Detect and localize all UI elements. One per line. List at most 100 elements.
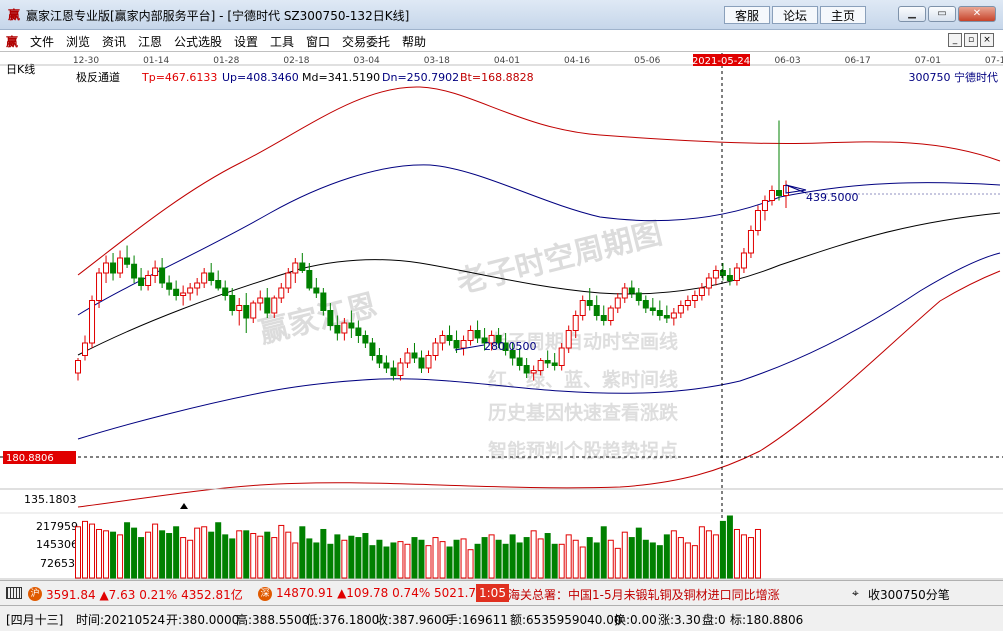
- volume-bar: [215, 522, 222, 579]
- indicator-bt: Bt=168.8828: [460, 71, 534, 84]
- candle-body: [663, 315, 670, 319]
- volume-bar: [334, 534, 341, 579]
- quote-status-bar: [四月十三] 时间:20210524 开:380.0000 高:388.5500…: [0, 605, 1003, 631]
- candle-body: [642, 300, 649, 309]
- candle-body: [313, 287, 320, 294]
- menu-settings[interactable]: 设置: [234, 33, 258, 50]
- candle-body: [649, 307, 656, 311]
- candle-body: [698, 287, 705, 296]
- menu-formula[interactable]: 公式选股: [174, 33, 222, 50]
- candle-body: [327, 310, 334, 326]
- volume-bar: [481, 537, 488, 579]
- volume-bar: [313, 542, 320, 579]
- menu-gann[interactable]: 江恩: [138, 33, 162, 50]
- customer-service-button[interactable]: 客服: [724, 6, 770, 24]
- homepage-button[interactable]: 主页: [820, 6, 866, 24]
- candle-body: [369, 342, 376, 356]
- menu-news[interactable]: 资讯: [102, 33, 126, 50]
- volume-bar: [166, 533, 173, 579]
- mdi-minimize-icon[interactable]: _: [948, 33, 962, 47]
- stock-name: 300750 宁德时代: [909, 70, 999, 84]
- app-logo-icon: 赢: [7, 8, 20, 22]
- volume-bar: [187, 539, 194, 579]
- sh-index-text[interactable]: 3591.84 ▲7.63 0.21% 4352.81亿: [46, 586, 243, 603]
- menu-trade[interactable]: 交易委托: [342, 33, 390, 50]
- minimize-icon[interactable]: ▁: [898, 6, 926, 22]
- menu-tools[interactable]: 工具: [270, 33, 294, 50]
- candle-body: [299, 262, 306, 271]
- volume-bar: [453, 539, 460, 579]
- candle-body: [271, 297, 278, 314]
- candle-body: [215, 280, 222, 289]
- volume-bar: [180, 537, 187, 579]
- volume-bar: [621, 531, 628, 579]
- candle-body: [558, 347, 565, 366]
- menu-help[interactable]: 帮助: [402, 33, 426, 50]
- candle-body: [551, 362, 558, 366]
- candle-body: [341, 322, 348, 334]
- volume-bar: [740, 534, 747, 579]
- indicator-md: Md=341.5190: [302, 71, 380, 84]
- mdi-close-icon[interactable]: ×: [980, 33, 994, 47]
- volume-bar: [159, 530, 166, 579]
- sz-index-icon: 深: [258, 586, 272, 601]
- candle-body: [376, 355, 383, 364]
- candle-body: [411, 352, 418, 359]
- candle-body: [285, 272, 292, 289]
- status-open: 开:380.0000: [166, 613, 240, 627]
- volume-bar: [698, 526, 705, 579]
- candle-body: [432, 342, 439, 356]
- menu-file[interactable]: 文件: [30, 33, 54, 50]
- volume-bar: [600, 526, 607, 579]
- candle-body: [229, 295, 236, 311]
- volume-bar: [726, 515, 733, 579]
- volume-bar: [502, 543, 509, 579]
- candle-body: [516, 357, 523, 366]
- candle-body: [96, 272, 103, 301]
- receive-ticks-text[interactable]: 收300750分笔: [868, 586, 950, 603]
- volume-bar: [691, 545, 698, 579]
- forum-button[interactable]: 论坛: [772, 6, 818, 24]
- volume-axis-1: 217959: [36, 520, 78, 533]
- mdi-restore-icon[interactable]: ▫: [964, 33, 978, 47]
- crosshair-price: 180.8806: [6, 453, 54, 464]
- volume-bar: [670, 530, 677, 579]
- candle-body: [635, 292, 642, 301]
- volume-bar: [278, 524, 285, 579]
- volume-bar: [173, 526, 180, 579]
- status-amount: 额:6535959040.00: [510, 613, 622, 627]
- kline-chart[interactable]: 12-30 01-14 01-28 02-18 03-04 03-18 04-01 04-16…: [0, 53, 1003, 580]
- candle-body: [684, 300, 691, 306]
- volume-bar: [425, 545, 432, 579]
- tower-icon: ⌖: [852, 586, 859, 600]
- volume-bar: [656, 545, 663, 579]
- candle-body: [565, 330, 572, 349]
- volume-bar: [362, 533, 369, 579]
- menu-window[interactable]: 窗口: [306, 33, 330, 50]
- candle-body: [264, 297, 271, 314]
- date-tick-label: 06-17: [845, 56, 871, 66]
- keyboard-icon[interactable]: [6, 585, 22, 599]
- volume-bar: [369, 545, 376, 579]
- crosshair-date: 2021-05-24: [692, 56, 750, 67]
- candle-body: [593, 305, 600, 316]
- candle-body: [117, 257, 124, 274]
- candle-body: [621, 287, 628, 299]
- volume-bar: [579, 546, 586, 579]
- news-ticker[interactable]: 海关总署：中国1-5月未锻轧铜及铜材进口同比增涨: [508, 586, 846, 603]
- volume-bar: [418, 539, 425, 579]
- sz-index-text[interactable]: 14870.91 ▲109.78 0.74% 5021.75: [276, 586, 484, 600]
- volume-bar: [271, 537, 278, 579]
- index-ticker-bar: 沪 3591.84 ▲7.63 0.21% 4352.81亿 深 14870.9…: [0, 580, 1003, 605]
- close-icon[interactable]: ✕: [958, 6, 996, 22]
- maximize-icon[interactable]: ▭: [928, 6, 956, 22]
- candle-body: [236, 305, 243, 311]
- candle-body: [138, 277, 145, 286]
- candle-body: [754, 210, 761, 231]
- menu-browse[interactable]: 浏览: [66, 33, 90, 50]
- volume-bar: [194, 527, 201, 579]
- volume-bar: [516, 542, 523, 579]
- chart-background: [0, 53, 1003, 580]
- date-tick-label: 04-16: [564, 56, 590, 66]
- volume-bar: [320, 528, 327, 579]
